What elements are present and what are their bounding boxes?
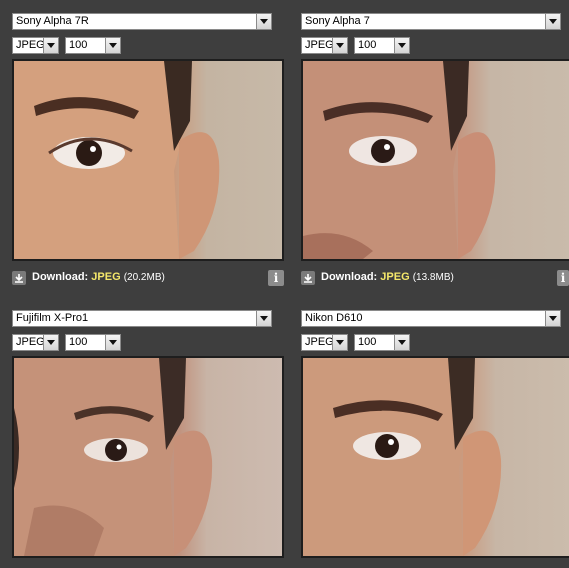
- camera-select-value: Nikon D610: [305, 312, 363, 324]
- camera-select[interactable]: Sony Alpha 7R: [12, 13, 272, 30]
- info-icon[interactable]: i: [557, 270, 569, 286]
- download-arrow-icon[interactable]: [12, 271, 26, 285]
- download-arrow-icon[interactable]: [301, 271, 315, 285]
- sample-photo[interactable]: [301, 59, 569, 261]
- camera-panel-sony-a7r: Sony Alpha 7R JPEG 100 Download: JPEG (2…: [12, 13, 284, 286]
- settings-row: JPEG 100: [12, 334, 284, 351]
- camera-select-value: Sony Alpha 7: [305, 15, 370, 27]
- download-label: Download:: [32, 271, 89, 283]
- quality-select-value: 100: [358, 336, 377, 348]
- download-link[interactable]: Download: JPEG (20.2MB): [32, 271, 165, 283]
- camera-select[interactable]: Fujifilm X-Pro1: [12, 310, 272, 327]
- quality-select[interactable]: 100: [354, 334, 410, 351]
- info-icon[interactable]: i: [268, 270, 284, 286]
- camera-select-value: Fujifilm X-Pro1: [16, 312, 89, 324]
- download-link[interactable]: Download: JPEG (13.8MB): [321, 271, 454, 283]
- quality-select-value: 100: [358, 39, 377, 51]
- sample-photo[interactable]: [12, 59, 284, 261]
- face-crop-photo: [14, 61, 282, 259]
- settings-row: JPEG 100: [301, 334, 569, 351]
- sample-photo[interactable]: [12, 356, 284, 558]
- chevron-down-icon[interactable]: [256, 311, 271, 326]
- format-select[interactable]: JPEG: [301, 334, 348, 351]
- camera-panel-sony-a7: Sony Alpha 7 JPEG 100 Download: JPEG (13…: [301, 13, 569, 286]
- chevron-down-icon[interactable]: [394, 335, 409, 350]
- sample-photo[interactable]: [301, 356, 569, 558]
- format-select[interactable]: JPEG: [301, 37, 348, 54]
- camera-select[interactable]: Sony Alpha 7: [301, 13, 561, 30]
- camera-panel-fujifilm-xpro1: Fujifilm X-Pro1 JPEG 100: [12, 310, 284, 558]
- quality-select[interactable]: 100: [65, 37, 121, 54]
- format-select-value: JPEG: [305, 39, 334, 51]
- quality-select-value: 100: [69, 336, 88, 348]
- chevron-down-icon[interactable]: [394, 38, 409, 53]
- format-select-value: JPEG: [16, 336, 45, 348]
- format-select[interactable]: JPEG: [12, 334, 59, 351]
- chevron-down-icon[interactable]: [256, 14, 271, 29]
- settings-row: JPEG 100: [12, 37, 284, 54]
- download-row: Download: JPEG (13.8MB) i: [301, 270, 569, 286]
- quality-select[interactable]: 100: [354, 37, 410, 54]
- quality-select[interactable]: 100: [65, 334, 121, 351]
- download-format[interactable]: JPEG: [91, 271, 120, 283]
- chevron-down-icon[interactable]: [43, 335, 58, 350]
- chevron-down-icon[interactable]: [332, 38, 347, 53]
- chevron-down-icon[interactable]: [332, 335, 347, 350]
- face-crop-photo: [303, 61, 569, 259]
- format-select[interactable]: JPEG: [12, 37, 59, 54]
- format-select-value: JPEG: [16, 39, 45, 51]
- camera-panel-nikon-d610: Nikon D610 JPEG 100: [301, 310, 569, 558]
- chevron-down-icon[interactable]: [105, 335, 120, 350]
- download-size: (20.2MB): [123, 272, 165, 283]
- face-crop-photo: [14, 358, 282, 556]
- chevron-down-icon[interactable]: [43, 38, 58, 53]
- download-format[interactable]: JPEG: [380, 271, 409, 283]
- download-label: Download:: [321, 271, 378, 283]
- chevron-down-icon[interactable]: [545, 311, 560, 326]
- camera-select[interactable]: Nikon D610: [301, 310, 561, 327]
- download-size: (13.8MB): [412, 272, 454, 283]
- download-row: Download: JPEG (20.2MB) i: [12, 270, 284, 286]
- chevron-down-icon[interactable]: [545, 14, 560, 29]
- chevron-down-icon[interactable]: [105, 38, 120, 53]
- settings-row: JPEG 100: [301, 37, 569, 54]
- camera-select-value: Sony Alpha 7R: [16, 15, 89, 27]
- format-select-value: JPEG: [305, 336, 334, 348]
- quality-select-value: 100: [69, 39, 88, 51]
- face-crop-photo: [303, 358, 569, 556]
